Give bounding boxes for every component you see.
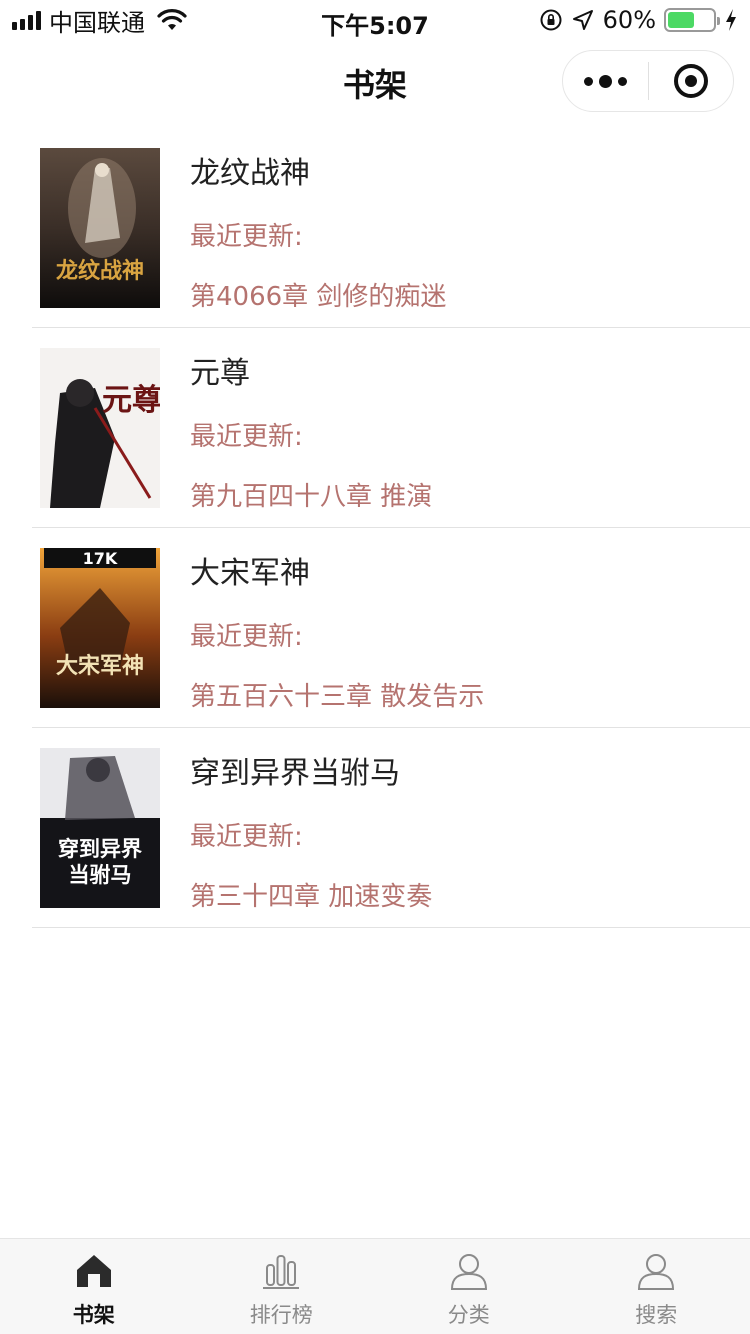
latest-chapter[interactable]: 第三十四章 加速变奏: [190, 876, 432, 913]
nav-bar: 书架: [0, 40, 750, 124]
battery-percent: 60%: [602, 6, 656, 34]
miniprogram-capsule: [562, 50, 734, 112]
tab-ranking[interactable]: 排行榜: [188, 1239, 376, 1334]
book-title: 龙纹战神: [190, 156, 310, 191]
tab-category[interactable]: 分类: [375, 1239, 563, 1334]
latest-chapter[interactable]: 第五百六十三章 散发告示: [190, 676, 484, 713]
book-cover[interactable]: 穿到异界 当驸马: [40, 748, 160, 908]
latest-chapter[interactable]: 第九百四十八章 推演: [190, 476, 432, 513]
tab-label: 搜索: [635, 1303, 678, 1327]
tab-search[interactable]: 搜索: [563, 1239, 750, 1334]
more-dots-icon: [583, 74, 627, 88]
tab-label: 排行榜: [249, 1303, 313, 1327]
svg-text:元尊: 元尊: [102, 383, 160, 418]
book-item[interactable]: 元尊 元尊 最近更新: 第九百四十八章 推演: [32, 328, 750, 528]
latest-update-label: 最近更新:: [190, 222, 303, 252]
tab-bookshelf[interactable]: 书架: [0, 1239, 188, 1334]
latest-update-label: 最近更新:: [190, 822, 303, 852]
cover-image: 元尊: [40, 348, 160, 508]
latest-update-label: 最近更新:: [190, 622, 303, 652]
svg-text:当驸马: 当驸马: [69, 863, 132, 887]
book-title: 元尊: [190, 356, 250, 391]
svg-text:龙纹战神: 龙纹战神: [56, 258, 144, 284]
svg-text:穿到异界: 穿到异界: [58, 837, 142, 861]
book-cover[interactable]: 龙纹战神: [40, 148, 160, 308]
book-cover[interactable]: 17K 大宋军神: [40, 548, 160, 708]
bookshelf-list: 龙纹战神 龙纹战神 最近更新: 第4066章 剑修的痴迷 元尊 元尊 最近更新:…: [0, 128, 750, 928]
tab-label: 书架: [72, 1303, 115, 1327]
user-icon: [450, 1254, 487, 1290]
status-bar: 中国联通 下午5:07 60%: [0, 0, 750, 40]
latest-update-label: 最近更新:: [190, 422, 303, 452]
tab-label: 分类: [447, 1303, 490, 1327]
svg-text:17K: 17K: [83, 549, 118, 568]
book-title: 大宋军神: [190, 556, 310, 591]
latest-chapter[interactable]: 第4066章 剑修的痴迷: [190, 276, 446, 313]
user-icon: [638, 1254, 675, 1290]
book-item[interactable]: 17K 大宋军神 大宋军神 最近更新: 第五百六十三章 散发告示: [32, 528, 750, 728]
rotation-lock-icon: [540, 9, 562, 31]
book-cover[interactable]: 元尊: [40, 348, 160, 508]
cover-image: 17K 大宋军神: [40, 548, 160, 708]
book-item[interactable]: 龙纹战神 龙纹战神 最近更新: 第4066章 剑修的痴迷: [32, 128, 750, 328]
book-title: 穿到异界当驸马: [190, 756, 400, 791]
close-miniprogram-button[interactable]: [649, 50, 734, 112]
more-button[interactable]: [563, 50, 648, 112]
cover-image: 穿到异界 当驸马: [40, 748, 160, 908]
battery-icon: [664, 8, 720, 32]
battery-level: [668, 12, 695, 28]
home-icon: [76, 1255, 111, 1287]
tab-bar: 书架 排行榜 分类 搜索: [0, 1238, 750, 1334]
target-circle-icon: [673, 64, 708, 98]
cover-image: 龙纹战神: [40, 148, 160, 308]
bar-chart-icon: [263, 1255, 300, 1289]
charging-bolt-icon: [726, 9, 736, 31]
status-right: 60%: [539, 6, 738, 34]
location-arrow-icon: [572, 10, 593, 30]
svg-text:大宋军神: 大宋军神: [56, 653, 144, 679]
book-item[interactable]: 穿到异界 当驸马 穿到异界当驸马 最近更新: 第三十四章 加速变奏: [32, 728, 750, 928]
